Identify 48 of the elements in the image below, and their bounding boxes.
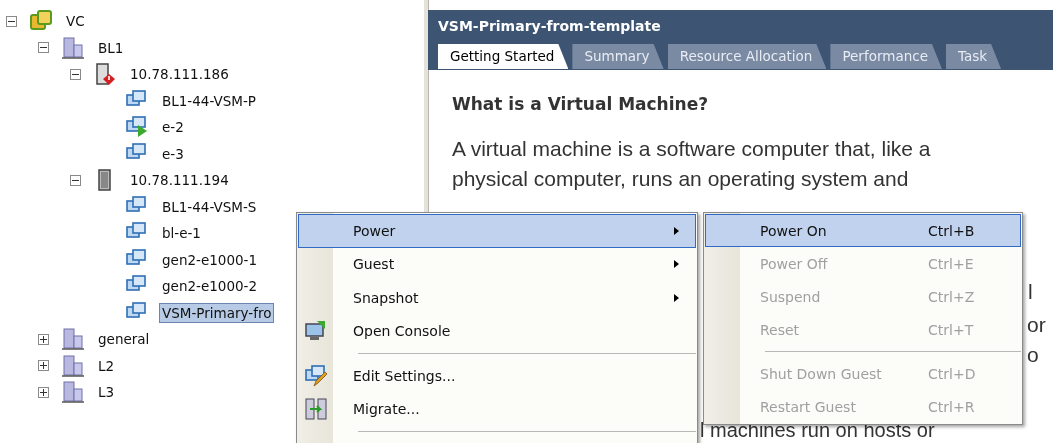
tree-item[interactable]: 10.78.111.194 [127,170,232,191]
expand-icon[interactable] [38,333,49,345]
tree-item[interactable]: BL1 [95,37,127,58]
tree-item[interactable]: e-3 [159,143,187,164]
paragraph-line: physical computer, runs an operating system and [452,166,910,192]
collapse-icon[interactable] [70,68,81,80]
server-alert-icon [93,62,117,87]
menu-item[interactable]: Guest [298,247,696,281]
menu-item[interactable]: Edit Settings... [298,359,696,393]
tree-item[interactable]: general [95,329,153,350]
tree-item[interactable]: BL1-44-VSM-S [159,196,260,217]
submenu-arrow-icon [673,259,681,270]
tree-item[interactable]: bl-e-1 [159,223,204,244]
expand-icon[interactable] [38,386,49,398]
tree-item[interactable]: L2 [95,355,118,376]
tab[interactable]: Getting Started [438,44,569,69]
tree-item[interactable]: e-2 [159,117,187,138]
collapse-icon[interactable] [38,42,49,54]
migrate-icon [304,397,328,422]
tree-item[interactable]: BL1-44-VSM-P [159,90,259,111]
tree-item[interactable]: 10.78.111.186 [127,64,232,85]
building-icon [61,35,85,60]
building-icon [61,380,85,405]
collapse-icon[interactable] [6,15,17,27]
submenu-arrow-icon [673,292,681,303]
pencil-icon [304,363,328,388]
menu-item[interactable]: Power On Ctrl+B [705,214,1021,247]
tree-item[interactable]: gen2-e1000-2 [159,276,260,297]
tree-item[interactable]: L3 [95,382,118,403]
expand-icon[interactable] [38,360,49,372]
vm-running-icon [125,115,149,140]
section-heading: What is a Virtual Machine? [452,94,710,114]
paragraph-fragment: l [1028,280,1033,304]
panel-title: VSM-Primary-from-template [438,18,662,34]
building-icon [61,353,85,378]
tree-item[interactable]: VSM-Primary-fro [159,302,275,323]
menu-item[interactable]: Power [298,214,696,248]
paragraph-fragment: o [1027,343,1039,367]
menu-item[interactable]: Open Console [298,314,696,348]
collapse-icon[interactable] [70,174,81,186]
menu-item[interactable]: Migrate... [298,392,696,426]
tree-item[interactable]: gen2-e1000-1 [159,249,260,270]
paragraph-fragment: or [1027,313,1046,337]
building-icon [61,327,85,352]
menu-item[interactable]: Snapshot [298,281,696,315]
submenu-arrow-icon [673,225,681,236]
paragraph-line: A virtual machine is a software computer that, like a [452,136,932,162]
tree-item[interactable]: VC [63,11,88,32]
